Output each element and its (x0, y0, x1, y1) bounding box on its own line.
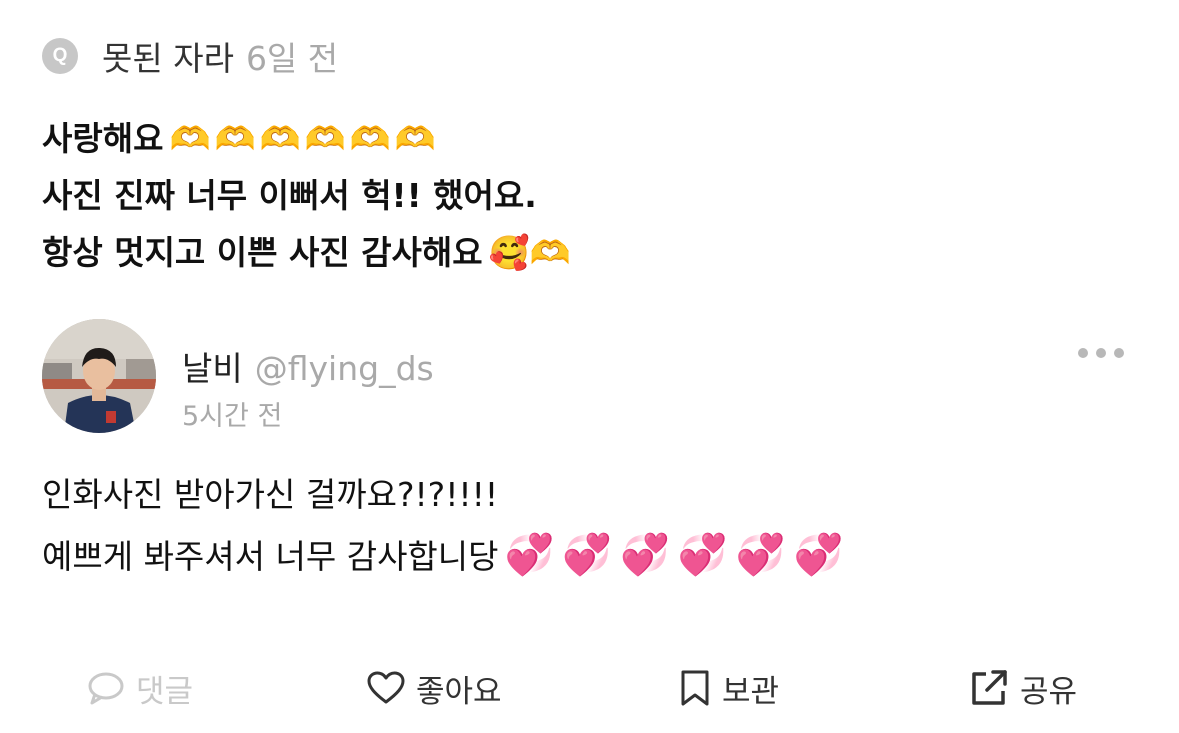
question-line: 사랑해요 🫶🫶🫶🫶🫶🫶 (42, 110, 571, 167)
question-line-text: 항상 멋지고 이쁜 사진 감사해요 (42, 233, 483, 272)
question-badge-icon: Q (42, 38, 78, 74)
answer-author[interactable]: 날비 @flying_ds (182, 342, 434, 390)
like-button[interactable]: 좋아요 (366, 660, 502, 716)
share-button[interactable]: 공유 (970, 660, 1077, 716)
question-line-text: 사진 진짜 너무 이뻐서 헉!! 했어요. (42, 176, 537, 215)
answer-time: 5시간 전 (182, 401, 283, 432)
more-horizontal-icon (1078, 348, 1088, 358)
share-label: 공유 (1020, 673, 1078, 710)
answer-author-name: 날비 (182, 349, 243, 388)
answer-line-text: 예쁘게 봐주셔서 너무 감사합니당 (42, 537, 499, 576)
speech-bubble-icon (88, 672, 124, 705)
share-external-icon (972, 670, 1007, 705)
answer-line: 예쁘게 봐주셔서 너무 감사합니당 💞💞💞💞💞💞 (42, 525, 851, 587)
more-horizontal-icon (1114, 348, 1124, 358)
question-header: Q 못된 자라 6일 전 (42, 34, 338, 78)
save-button[interactable]: 보관 (678, 660, 779, 716)
heart-hands-emoji-icon: 🫶🫶🫶🫶🫶🫶 (169, 119, 440, 158)
question-line: 항상 멋지고 이쁜 사진 감사해요 🥰🫶 (42, 224, 571, 281)
comment-label: 댓글 (136, 673, 194, 710)
question-body: 사랑해요 🫶🫶🫶🫶🫶🫶 사진 진짜 너무 이뻐서 헉!! 했어요. 항상 멋지고 … (42, 110, 571, 281)
avatar[interactable] (42, 319, 156, 433)
action-bar: 댓글 좋아요 보관 공유 (0, 660, 1179, 716)
question-line-text: 사랑해요 (42, 119, 164, 158)
heart-outline-icon (367, 671, 405, 704)
question-line: 사진 진짜 너무 이뻐서 헉!! 했어요. (42, 167, 571, 224)
comment-button[interactable]: 댓글 (86, 660, 193, 716)
question-author[interactable]: 못된 자라 (102, 32, 234, 80)
answer-line: 인화사진 받아가신 걸까요?!?!!!! (42, 465, 851, 525)
more-options-button[interactable] (1078, 342, 1124, 364)
answer-body: 인화사진 받아가신 걸까요?!?!!!! 예쁘게 봐주셔서 너무 감사합니당 💞💞… (42, 465, 851, 587)
revolving-hearts-emoji-icon: 💞💞💞💞💞💞 (504, 532, 852, 578)
save-label: 보관 (722, 673, 780, 710)
smiling-face-with-hearts-emoji-icon: 🥰🫶 (488, 233, 571, 272)
question-time: 6일 전 (245, 39, 339, 78)
answer-line-text: 인화사진 받아가신 걸까요?!?!!!! (42, 475, 499, 514)
answer-author-handle: @flying_ds (254, 349, 434, 388)
bookmark-icon (681, 670, 709, 706)
like-label: 좋아요 (416, 673, 502, 710)
more-horizontal-icon (1096, 348, 1106, 358)
